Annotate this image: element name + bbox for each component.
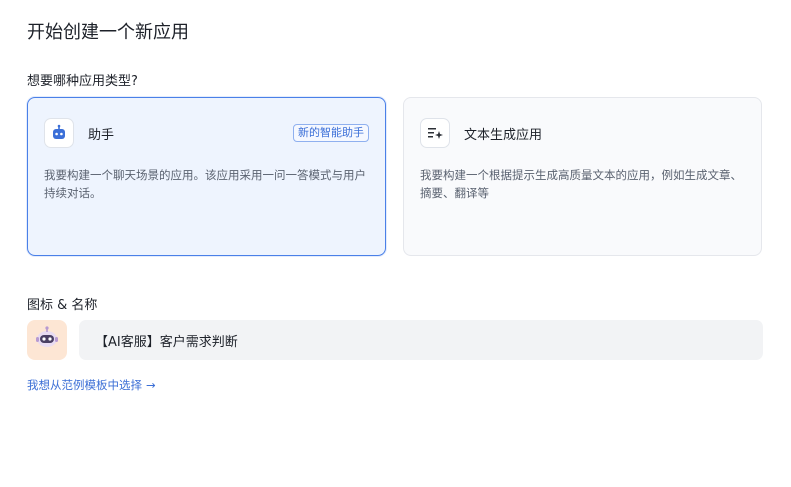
- text-sparkle-icon: [420, 118, 450, 148]
- arrow-right-icon: →: [146, 378, 156, 392]
- choose-from-template-link[interactable]: 我想从范例模板中选择 →: [27, 377, 156, 393]
- app-name-input[interactable]: [79, 320, 763, 360]
- card-assistant-header: 助手 新的智能助手: [44, 118, 369, 148]
- card-text-generation-name: 文本生成应用: [464, 127, 543, 143]
- dialog-title: 开始创建一个新应用: [27, 22, 189, 43]
- robot-avatar-icon: [34, 325, 60, 355]
- app-avatar[interactable]: [27, 320, 67, 360]
- card-assistant-description: 我要构建一个聊天场景的应用。该应用采用一问一答模式与用户持续对话。: [44, 168, 366, 200]
- card-text-generation-description: 我要构建一个根据提示生成高质量文本的应用，例如生成文章、摘要、翻译等: [420, 168, 742, 200]
- card-assistant-name: 助手: [88, 127, 115, 143]
- card-text-generation[interactable]: 文本生成应用 我要构建一个根据提示生成高质量文本的应用，例如生成文章、摘要、翻译…: [403, 97, 762, 256]
- card-assistant[interactable]: 助手 新的智能助手 我要构建一个聊天场景的应用。该应用采用一问一答模式与用户持续…: [27, 97, 386, 256]
- app-type-label: 想要哪种应用类型?: [27, 74, 138, 89]
- template-link-label: 我想从范例模板中选择: [27, 378, 142, 392]
- robot-icon: [44, 118, 74, 148]
- icon-name-label: 图标 & 名称: [27, 298, 98, 313]
- new-assistant-badge: 新的智能助手: [293, 124, 369, 142]
- card-text-generation-header: 文本生成应用: [420, 118, 745, 148]
